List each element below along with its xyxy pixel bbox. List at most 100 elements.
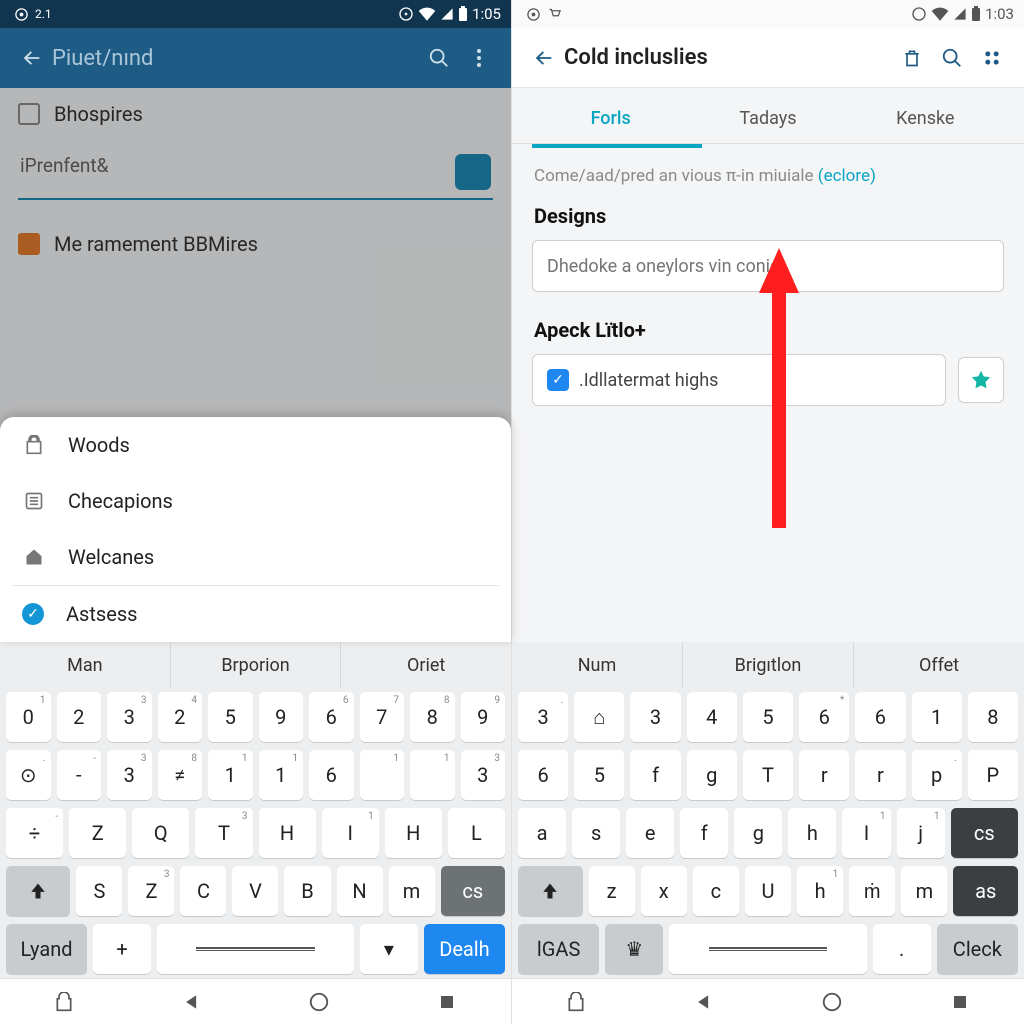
checkbox-icon[interactable]: ✓: [547, 369, 569, 391]
key[interactable]: V: [232, 866, 278, 916]
trash-button[interactable]: [892, 38, 932, 78]
overflow-button[interactable]: [459, 38, 499, 78]
key[interactable]: ♛: [605, 924, 663, 974]
key[interactable]: g: [734, 808, 782, 858]
key[interactable]: 24: [158, 692, 203, 742]
key[interactable]: P: [968, 750, 1018, 800]
key[interactable]: c: [693, 866, 739, 916]
key[interactable]: 33: [107, 692, 152, 742]
key[interactable]: f: [630, 750, 680, 800]
sheet-item-checapions[interactable]: Checapions: [0, 473, 511, 529]
key[interactable]: cs: [951, 808, 1018, 858]
key[interactable]: I1: [842, 808, 890, 858]
back-button[interactable]: [12, 38, 52, 78]
key[interactable]: 99: [461, 692, 506, 742]
apeck-field[interactable]: ✓: [532, 354, 946, 406]
key[interactable]: h1: [797, 866, 843, 916]
key[interactable]: 01: [6, 692, 51, 742]
suggestion[interactable]: Oriet: [341, 642, 511, 688]
key[interactable]: r: [855, 750, 905, 800]
key[interactable]: p.: [912, 750, 962, 800]
key[interactable]: I1: [322, 808, 379, 858]
tab-kenske[interactable]: Kenske: [847, 88, 1004, 143]
key[interactable]: h: [788, 808, 836, 858]
key[interactable]: 4: [687, 692, 737, 742]
key[interactable]: 6: [518, 750, 568, 800]
key[interactable]: B: [284, 866, 330, 916]
key[interactable]: 5: [574, 750, 624, 800]
grid-button[interactable]: [972, 38, 1012, 78]
key[interactable]: g: [687, 750, 737, 800]
key[interactable]: 6: [309, 750, 354, 800]
key[interactable]: Z3: [128, 866, 174, 916]
key[interactable]: --: [57, 750, 102, 800]
key[interactable]: Q: [132, 808, 189, 858]
key[interactable]: 11: [208, 750, 253, 800]
search-button[interactable]: [932, 38, 972, 78]
tab-tadays[interactable]: Tadays: [689, 88, 846, 143]
key[interactable]: T3: [195, 808, 252, 858]
search-button[interactable]: [419, 38, 459, 78]
tab-forls[interactable]: Forls: [532, 88, 689, 143]
designs-field[interactable]: [532, 240, 1004, 292]
key[interactable]: Dealh: [424, 924, 505, 974]
key[interactable]: a: [518, 808, 566, 858]
designs-input[interactable]: [547, 256, 989, 277]
nav-app-icon[interactable]: [562, 988, 590, 1016]
key[interactable]: 11: [259, 750, 304, 800]
nav-home[interactable]: [818, 988, 846, 1016]
key[interactable]: +: [93, 924, 151, 974]
nav-app-icon[interactable]: [50, 988, 78, 1016]
key[interactable]: 1: [410, 750, 455, 800]
key[interactable]: C: [180, 866, 226, 916]
key[interactable]: Cleck: [937, 924, 1018, 974]
key[interactable]: 1: [360, 750, 405, 800]
key[interactable]: N: [337, 866, 383, 916]
nav-home[interactable]: [305, 988, 333, 1016]
confirm-button[interactable]: [958, 357, 1004, 403]
key[interactable]: 33: [107, 750, 152, 800]
key[interactable]: T: [743, 750, 793, 800]
suggestion[interactable]: Offet: [854, 642, 1024, 688]
key[interactable]: ⊙.: [6, 750, 51, 800]
suggestion[interactable]: Brporion: [171, 642, 342, 688]
key[interactable]: ≠8: [158, 750, 203, 800]
key[interactable]: r: [799, 750, 849, 800]
apeck-input[interactable]: [579, 370, 931, 391]
key[interactable]: ▾: [360, 924, 418, 974]
key[interactable]: [157, 924, 354, 974]
key[interactable]: ⌂: [574, 692, 624, 742]
key[interactable]: 2: [57, 692, 102, 742]
key[interactable]: j1: [897, 808, 945, 858]
key[interactable]: x: [641, 866, 687, 916]
key[interactable]: [669, 924, 866, 974]
hint-link[interactable]: (eclore): [818, 166, 876, 186]
key[interactable]: 3: [630, 692, 680, 742]
key[interactable]: 88: [410, 692, 455, 742]
key[interactable]: Z: [69, 808, 126, 858]
sheet-item-astsess[interactable]: ✓ Astsess: [0, 586, 511, 642]
key[interactable]: [518, 866, 583, 916]
sheet-item-woods[interactable]: Woods: [0, 417, 511, 473]
key[interactable]: z: [589, 866, 635, 916]
key[interactable]: 6: [855, 692, 905, 742]
key[interactable]: as: [953, 866, 1018, 916]
key[interactable]: lGAS: [518, 924, 599, 974]
suggestion[interactable]: Man: [0, 642, 171, 688]
key[interactable]: L: [448, 808, 505, 858]
key[interactable]: 77: [360, 692, 405, 742]
key[interactable]: .: [873, 924, 931, 974]
nav-back[interactable]: [690, 988, 718, 1016]
key[interactable]: 1: [912, 692, 962, 742]
back-button[interactable]: [524, 38, 564, 78]
nav-recent[interactable]: [946, 988, 974, 1016]
key[interactable]: 66: [309, 692, 354, 742]
nav-back[interactable]: [178, 988, 206, 1016]
key[interactable]: f: [680, 808, 728, 858]
key[interactable]: H: [259, 808, 316, 858]
key[interactable]: m: [389, 866, 435, 916]
key[interactable]: 8: [968, 692, 1018, 742]
key[interactable]: e: [626, 808, 674, 858]
key[interactable]: Lyand: [6, 924, 87, 974]
sheet-item-welcanes[interactable]: Welcanes: [0, 529, 511, 585]
